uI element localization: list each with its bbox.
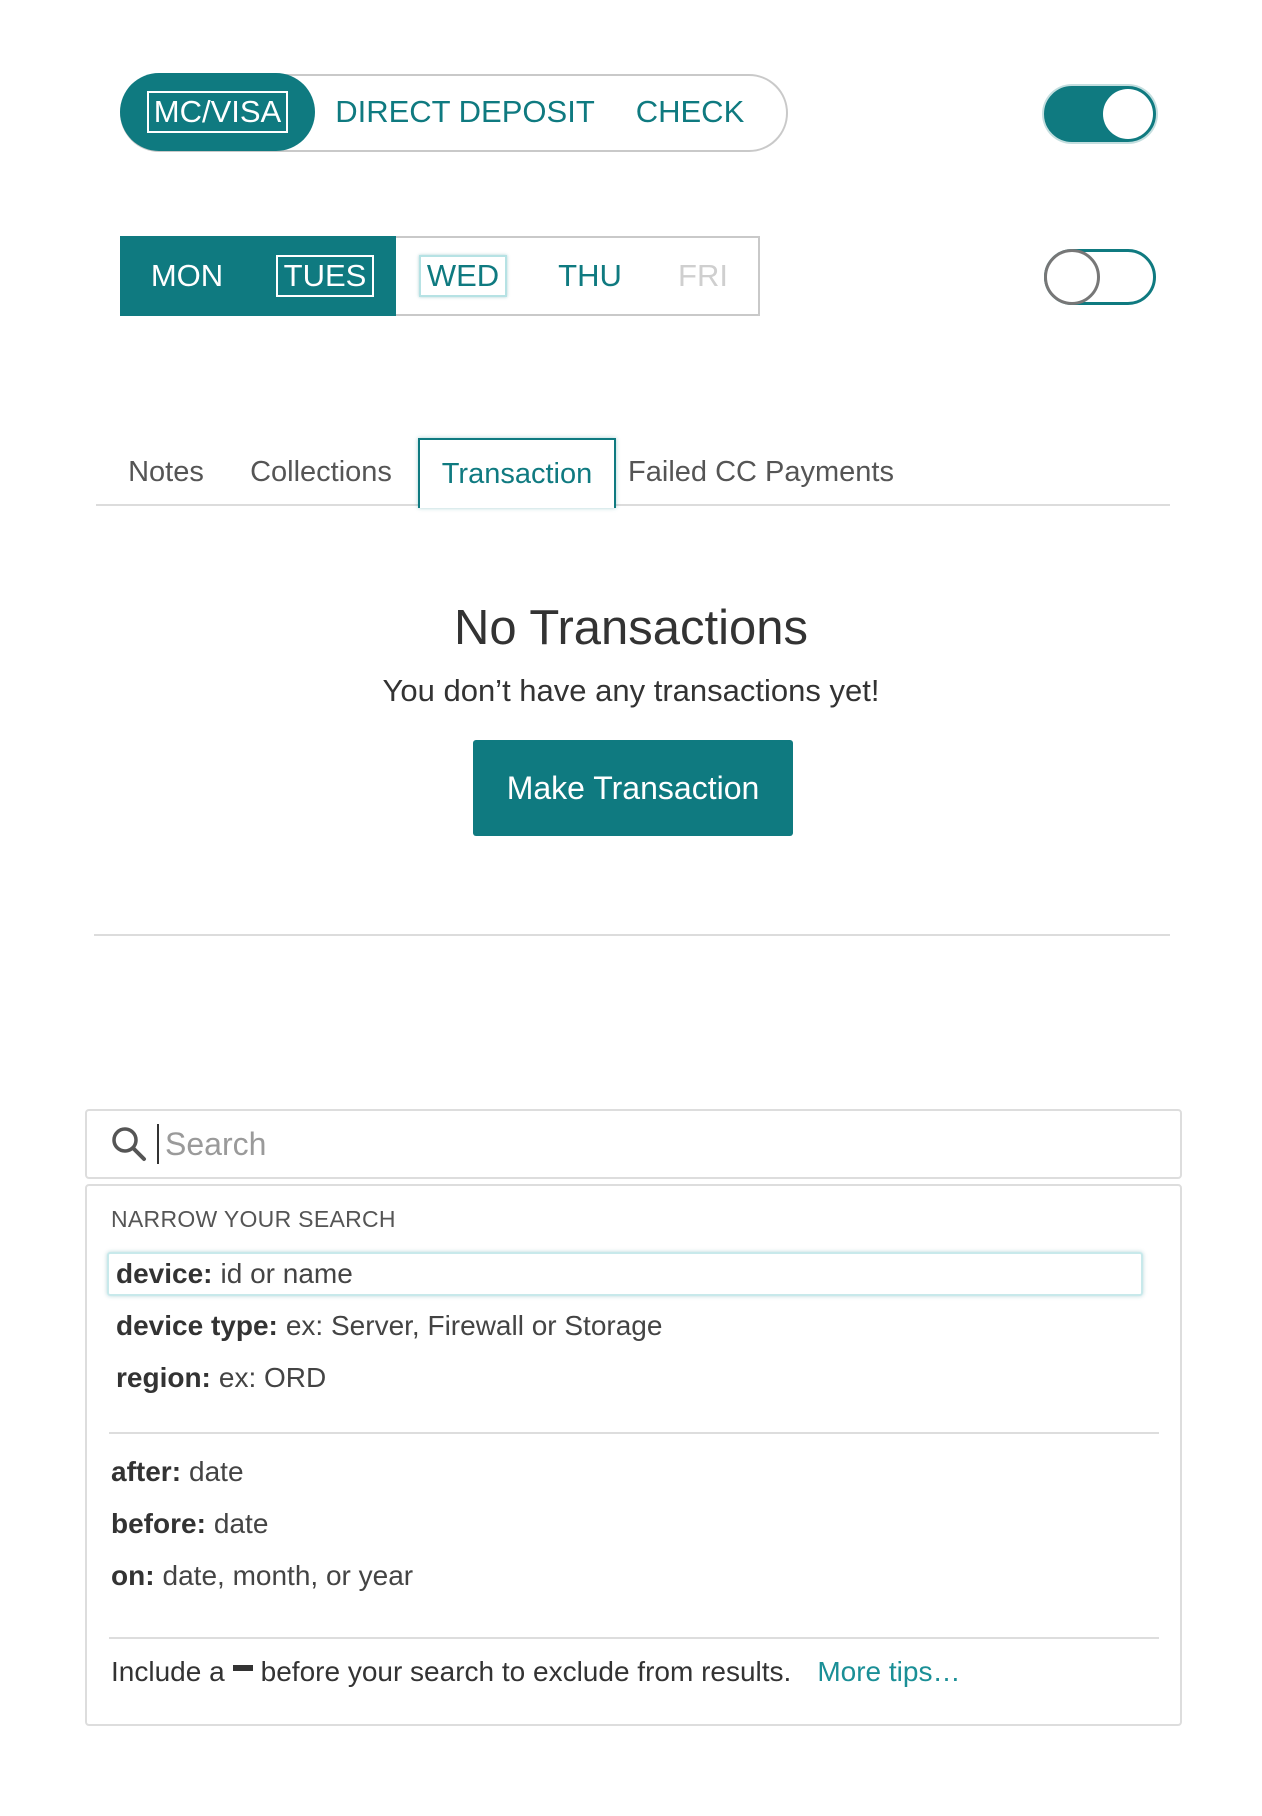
- day-label: TUES: [275, 255, 375, 297]
- filter-key: region:: [116, 1362, 211, 1393]
- toggle-switch-off[interactable]: [1044, 249, 1156, 305]
- tip-text-after: before your search to exclude from resul…: [260, 1656, 792, 1687]
- filter-option-region[interactable]: region: ex: ORD: [107, 1356, 1143, 1400]
- page: MC/VISA DIRECT DEPOSIT CHECK MON TUES WE…: [0, 0, 1262, 1816]
- payment-option-check[interactable]: CHECK: [615, 73, 765, 151]
- date-filter-before[interactable]: before: date: [111, 1508, 268, 1540]
- day-option-wed[interactable]: WED: [396, 238, 530, 314]
- filter-hint: date: [189, 1456, 244, 1487]
- filter-option-device-type[interactable]: device type: ex: Server, Firewall or Sto…: [107, 1304, 1143, 1348]
- empty-state-message: You don’t have any transactions yet!: [382, 673, 880, 708]
- filter-option-device[interactable]: device: id or name: [107, 1252, 1143, 1296]
- tab-failed-cc-payments[interactable]: Failed CC Payments: [626, 438, 896, 506]
- day-label: MON: [150, 258, 224, 293]
- suggestions-divider: [109, 1637, 1159, 1639]
- tip-text-before: Include a: [111, 1656, 225, 1687]
- section-divider: [94, 934, 1170, 936]
- search-bar: [85, 1109, 1182, 1179]
- toggle-knob: [1103, 89, 1153, 139]
- filter-hint: ex: Server, Firewall or Storage: [285, 1310, 663, 1341]
- minus-icon: [232, 1665, 253, 1671]
- filter-key: device:: [116, 1258, 213, 1289]
- payment-option-label: DIRECT DEPOSIT: [335, 94, 595, 129]
- payment-method-selector: MC/VISA DIRECT DEPOSIT CHECK: [120, 73, 788, 152]
- empty-state-title: No Transactions: [453, 601, 809, 655]
- filter-hint: ex: ORD: [218, 1362, 327, 1393]
- day-label: WED: [418, 255, 508, 297]
- day-option-tues[interactable]: TUES: [254, 236, 396, 316]
- filter-hint: date, month, or year: [162, 1560, 414, 1591]
- day-option-fri: FRI: [650, 238, 756, 314]
- day-selector: MON TUES WED THU FRI: [120, 236, 760, 316]
- tab-transaction[interactable]: Transaction: [418, 438, 616, 508]
- toggle-knob: [1044, 249, 1100, 305]
- suggestions-divider: [109, 1432, 1159, 1434]
- date-filter-after[interactable]: after: date: [111, 1456, 244, 1488]
- tab-notes[interactable]: Notes: [116, 438, 216, 506]
- filter-key: device type:: [116, 1310, 278, 1341]
- tab-bar: Notes Collections Transaction Failed CC …: [96, 438, 1170, 508]
- payment-option-label: CHECK: [635, 94, 745, 129]
- search-tip: Include a before your search to exclude …: [111, 1656, 960, 1688]
- payment-option-label: MC/VISA: [146, 91, 289, 133]
- day-option-mon[interactable]: MON: [120, 236, 254, 316]
- search-icon: [112, 1127, 146, 1161]
- filter-key: on:: [111, 1560, 155, 1591]
- payment-option-mc-visa[interactable]: MC/VISA: [120, 73, 315, 151]
- filter-key: after:: [111, 1456, 182, 1487]
- filter-hint: id or name: [220, 1258, 353, 1289]
- day-label: FRI: [678, 258, 728, 293]
- make-transaction-button[interactable]: Make Transaction: [473, 740, 793, 836]
- day-option-thu[interactable]: THU: [530, 238, 650, 314]
- search-input[interactable]: [163, 1124, 1067, 1164]
- suggestions-heading: NARROW YOUR SEARCH: [111, 1206, 396, 1232]
- search-suggestions-panel: NARROW YOUR SEARCH device: id or name de…: [85, 1184, 1182, 1726]
- filter-hint: date: [213, 1508, 269, 1539]
- payment-option-direct-deposit[interactable]: DIRECT DEPOSIT: [315, 73, 615, 151]
- date-filter-on[interactable]: on: date, month, or year: [111, 1560, 413, 1592]
- filter-key: before:: [111, 1508, 206, 1539]
- toggle-switch-on[interactable]: [1044, 86, 1156, 142]
- day-label: THU: [558, 258, 622, 293]
- text-caret: [157, 1124, 159, 1164]
- tab-collections[interactable]: Collections: [246, 438, 396, 506]
- more-tips-link[interactable]: More tips…: [817, 1656, 960, 1688]
